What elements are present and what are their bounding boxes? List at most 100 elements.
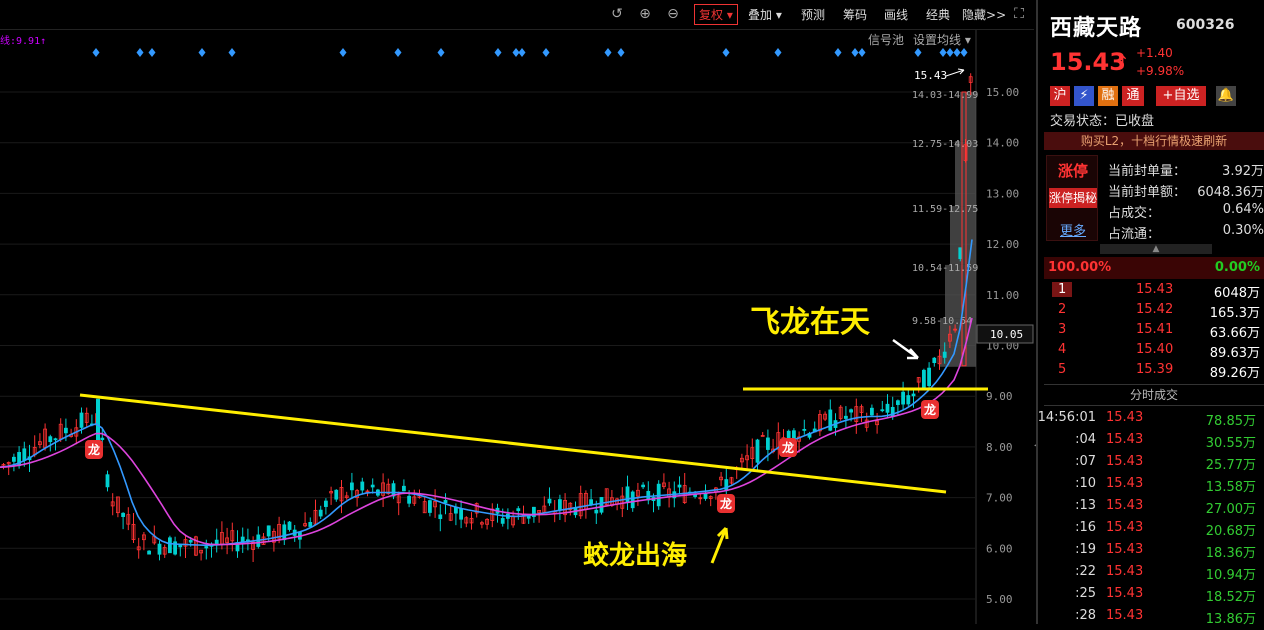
feilong-arrow-icon (892, 338, 919, 360)
up-arrow-icon: ↑ (1116, 52, 1130, 71)
chip-range-label: 9.58-10.54 (912, 316, 972, 327)
limit-up-box: 涨停 涨停揭秘 更多 (1046, 155, 1098, 241)
stock-code: 600326 (1176, 17, 1235, 33)
candle-body (147, 550, 152, 555)
signal-diamond (914, 48, 922, 57)
more-link[interactable]: 更多 (1047, 220, 1099, 239)
signal-diamond (953, 48, 961, 57)
feilong-annotation: 飞龙在天 (750, 305, 870, 340)
tick-row: :13 15.43 27.00万 (1075, 498, 1256, 517)
candle-body (105, 474, 110, 488)
bid-row: 2 15.42 165.3万 (1058, 302, 1260, 321)
candle-body (885, 403, 890, 413)
signal-diamond (960, 48, 968, 57)
sh-market-badge: 沪 (1050, 86, 1070, 106)
tick-row: :19 15.43 18.36万 (1075, 542, 1256, 561)
ma-slow-line (0, 317, 973, 546)
candle-body (594, 509, 599, 514)
buy-sell-ratio-bar: 100.00% 0.00% (1044, 257, 1264, 279)
limit-up-title: 涨停 (1057, 162, 1088, 180)
candle-body (844, 415, 848, 419)
candle-body (188, 539, 193, 543)
ma-fast-line (0, 239, 973, 546)
current-price-tag: 10.05 (990, 328, 1023, 341)
limit-up-reveal-button[interactable]: 涨停揭秘 (1049, 188, 1097, 208)
bell-icon[interactable]: 🔔 (1216, 86, 1236, 106)
y-tick-label: 7.00 (986, 492, 1013, 505)
candle-body (11, 456, 16, 462)
y-tick-label: 8.00 (986, 441, 1013, 454)
lightning-icon[interactable]: ⚡ (1074, 86, 1094, 106)
tick-trades-header[interactable]: 分时成交 (1044, 384, 1264, 406)
descending-trendline (79, 393, 947, 494)
candle-body (22, 448, 27, 461)
candle-body (500, 518, 505, 524)
candle-body (100, 437, 105, 441)
y-tick-label: 6.00 (986, 542, 1013, 555)
candle-body (287, 521, 292, 530)
candle-body (828, 409, 833, 431)
signal-diamond (92, 48, 100, 57)
quote-panel: 西藏天路 600326 15.43 ↑ +1.40 +9.98% 沪 ⚡ 融 通… (1036, 0, 1264, 627)
y-tick-label: 5.00 (986, 593, 1013, 606)
signal-diamond (834, 48, 842, 57)
collapse-up-icon[interactable]: ▲ (1100, 244, 1212, 254)
candle-body (558, 499, 562, 511)
stat-row: 占流通： 0.30% (1108, 223, 1264, 242)
candle-body (53, 438, 58, 441)
chip-range-label: 14.03-14.99 (912, 90, 978, 101)
y-tick-label: 9.00 (986, 390, 1013, 403)
signal-diamond (198, 48, 206, 57)
buy-ratio: 100.00% (1048, 260, 1112, 275)
jiaolong-annotation: 蛟龙出海 (583, 540, 687, 571)
trade-status: 交易状态：已收盘 (1050, 114, 1155, 129)
candle-body (641, 484, 645, 488)
tick-row: :16 15.43 20.68万 (1075, 520, 1256, 539)
signal-diamond (774, 48, 782, 57)
margin-badge: 融 (1098, 86, 1118, 106)
signal-diamond (228, 48, 236, 57)
candle-body (64, 427, 68, 434)
jiaolong-arrow-icon (710, 526, 729, 564)
high-price-arrow-icon (945, 68, 965, 77)
signal-diamond (339, 48, 347, 57)
dragon-badge-label: 龙 (720, 496, 732, 511)
tick-row: :10 15.43 13.58万 (1075, 476, 1256, 495)
kline-chart-area[interactable]: ↺ ⊕ ⊖ 复权 ▾ 叠加 ▾ 预测 筹码 画线 经典 隐藏>> ⛶ 线:9.9… (0, 0, 1034, 624)
tick-row: 14:56:01 15.43 78.85万 (1037, 410, 1256, 429)
signal-diamond (722, 48, 730, 57)
last-price: 15.43 (1050, 48, 1126, 76)
candle-body (901, 391, 905, 405)
candle-body (677, 484, 682, 488)
candle-body (922, 369, 926, 389)
candle-body (48, 436, 53, 443)
candle-body (459, 508, 464, 520)
tick-row: :22 15.43 10.94万 (1075, 564, 1256, 583)
signal-diamond (946, 48, 954, 57)
candle-body (266, 525, 271, 537)
candle-body (360, 481, 365, 491)
stock-name: 西藏天路 (1050, 16, 1143, 41)
signal-diamond (437, 48, 445, 57)
candle-body (407, 495, 412, 504)
candle-body (334, 489, 339, 500)
signal-diamond (604, 48, 612, 57)
price-change-pct: +9.98% (1136, 64, 1185, 78)
stat-row: 占成交： 0.64% (1108, 202, 1264, 221)
connect-badge: 通 (1122, 86, 1144, 106)
tick-row: :28 15.43 13.86万 (1075, 608, 1256, 627)
y-tick-label: 11.00 (986, 289, 1019, 302)
candle-body (167, 537, 172, 554)
signal-diamond (851, 48, 859, 57)
candle-body (802, 428, 807, 431)
candle-body (911, 393, 916, 397)
candle-body (932, 357, 937, 364)
chip-range-label: 12.75-14.03 (912, 139, 978, 150)
y-tick-label: 15.00 (986, 86, 1019, 99)
candle-body (427, 500, 432, 513)
candle-body (870, 407, 874, 416)
candle-body (766, 437, 770, 450)
l2-promo-banner[interactable]: 购买L2，十档行情极速刷新 (1044, 132, 1264, 150)
add-watchlist-button[interactable]: +自选 (1156, 86, 1206, 106)
chip-range-label: 11.59-12.75 (912, 204, 978, 215)
